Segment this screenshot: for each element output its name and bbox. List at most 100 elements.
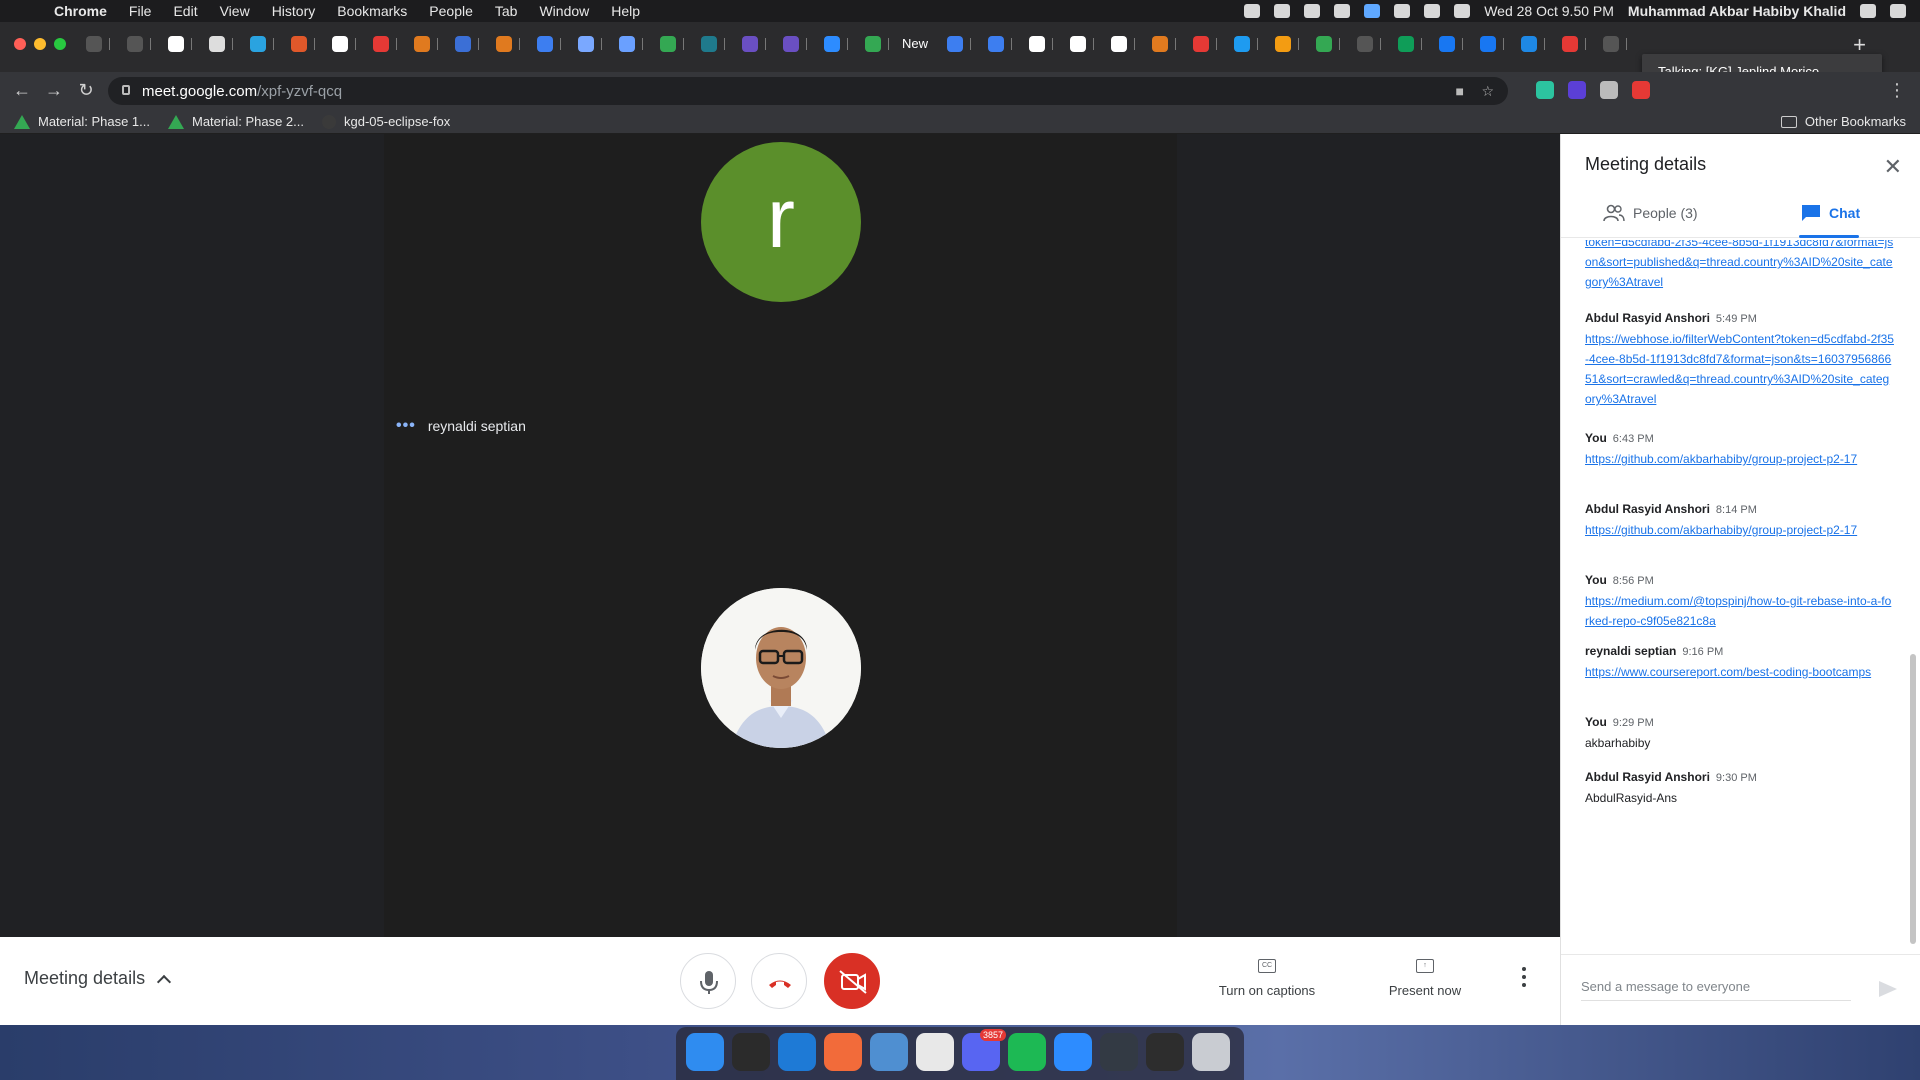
present-now-button[interactable]: ↑ Present now xyxy=(1370,959,1480,998)
browser-tab[interactable] xyxy=(943,34,975,54)
browser-tab[interactable] xyxy=(533,34,565,54)
vscode-icon[interactable] xyxy=(778,1033,816,1071)
browser-tab[interactable] xyxy=(164,34,196,54)
wifi-signal-icon[interactable] xyxy=(1304,4,1321,18)
browser-tab[interactable] xyxy=(1476,34,1508,54)
meeting-details-toggle[interactable]: Meeting details xyxy=(24,968,172,989)
bolt-icon[interactable] xyxy=(1394,4,1411,18)
menu-app-name[interactable]: Chrome xyxy=(54,3,107,19)
other-bookmarks[interactable]: Other Bookmarks xyxy=(1780,114,1906,129)
g-hub-icon[interactable] xyxy=(1364,4,1381,18)
discord-icon[interactable]: 3857 xyxy=(962,1029,1006,1071)
chat-message-list[interactable]: token=d5cdfabd-2f35-4cee-8b5d-1f1913dc8f… xyxy=(1561,240,1920,954)
url-text[interactable]: meet.google.com/xpf-yzvf-qcq xyxy=(142,83,342,100)
lock-icon[interactable] xyxy=(122,85,130,95)
spotlight-icon[interactable] xyxy=(1860,4,1876,18)
chat-scrollbar[interactable] xyxy=(1910,654,1916,944)
browser-tab[interactable] xyxy=(1517,34,1549,54)
finder-icon[interactable] xyxy=(686,1033,724,1071)
menu-file[interactable]: File xyxy=(129,3,152,19)
chat-message-link[interactable]: https://webhose.io/filterWebContent?toke… xyxy=(1585,329,1895,409)
window-thumb-icon[interactable] xyxy=(1100,1033,1138,1071)
browser-tab[interactable] xyxy=(1394,34,1426,54)
bookmark-star-icon[interactable]: ☆ xyxy=(1481,83,1494,100)
browser-tab[interactable] xyxy=(1312,34,1344,54)
browser-tab[interactable] xyxy=(984,34,1016,54)
tab-chat[interactable]: Chat xyxy=(1801,204,1860,222)
terminal-icon[interactable] xyxy=(732,1033,770,1071)
close-icon[interactable]: ✕ xyxy=(1884,154,1902,180)
minimize-window-button[interactable] xyxy=(34,38,46,50)
trash-icon[interactable] xyxy=(1192,1033,1230,1071)
mute-icon[interactable] xyxy=(1244,4,1261,18)
bookmark-item[interactable]: Material: Phase 2... xyxy=(168,114,304,129)
menu-people[interactable]: People xyxy=(429,3,473,19)
menu-history[interactable]: History xyxy=(272,3,316,19)
leave-call-button[interactable] xyxy=(751,953,807,1009)
zoom-icon[interactable] xyxy=(1054,1033,1092,1071)
browser-tab[interactable] xyxy=(820,34,852,54)
send-icon[interactable] xyxy=(1879,981,1897,997)
browser-tab[interactable] xyxy=(1353,34,1385,54)
browser-tab[interactable] xyxy=(615,34,647,54)
bookmark-item[interactable]: kgd-05-eclipse-fox xyxy=(322,114,450,129)
more-options-icon[interactable] xyxy=(1522,967,1528,991)
browser-tab[interactable] xyxy=(1230,34,1262,54)
control-center-icon[interactable] xyxy=(1890,4,1906,18)
postman-icon[interactable] xyxy=(824,1033,862,1071)
browser-tab[interactable] xyxy=(1025,34,1057,54)
forward-icon[interactable]: → xyxy=(42,80,66,101)
fullscreen-window-button[interactable] xyxy=(54,38,66,50)
eject-icon[interactable] xyxy=(1424,4,1441,18)
menu-view[interactable]: View xyxy=(220,3,250,19)
menu-window[interactable]: Window xyxy=(539,3,589,19)
browser-tab[interactable] xyxy=(1435,34,1467,54)
spotify-icon[interactable] xyxy=(1008,1033,1046,1071)
chat-message-link[interactable]: https://github.com/akbarhabiby/group-pro… xyxy=(1585,449,1895,469)
user-name[interactable]: Muhammad Akbar Habiby Khalid xyxy=(1628,3,1846,19)
browser-tab[interactable] xyxy=(1148,34,1180,54)
chat-message-link[interactable]: https://medium.com/@topspinj/how-to-git-… xyxy=(1585,591,1895,631)
browser-tab[interactable] xyxy=(738,34,770,54)
address-bar[interactable]: meet.google.com/xpf-yzvf-qcq ■ ☆ xyxy=(108,77,1508,105)
chat-message-input[interactable]: Send a message to everyone xyxy=(1581,979,1851,1001)
camera-in-use-icon[interactable]: ■ xyxy=(1456,83,1464,99)
menu-bookmarks[interactable]: Bookmarks xyxy=(337,3,407,19)
browser-tab[interactable] xyxy=(1558,34,1590,54)
menu-help[interactable]: Help xyxy=(611,3,640,19)
browser-tab[interactable] xyxy=(697,34,729,54)
close-window-button[interactable] xyxy=(14,38,26,50)
browser-tab[interactable] xyxy=(779,34,811,54)
chat-message-link[interactable]: https://www.coursereport.com/best-coding… xyxy=(1585,662,1895,682)
browser-tab[interactable] xyxy=(123,34,155,54)
chat-message-link[interactable]: token=d5cdfabd-2f35-4cee-8b5d-1f1913dc8f… xyxy=(1585,240,1895,292)
browser-tab[interactable] xyxy=(410,34,442,54)
browser-tab[interactable] xyxy=(287,34,319,54)
extension-icon[interactable] xyxy=(1632,81,1650,99)
chrome-menu-icon[interactable]: ⋮ xyxy=(1888,80,1906,101)
browser-tab[interactable] xyxy=(328,34,360,54)
extension-icon[interactable] xyxy=(1568,81,1586,99)
captions-button[interactable]: CC Turn on captions xyxy=(1200,959,1334,998)
tableplus-icon[interactable] xyxy=(870,1033,908,1071)
browser-tab[interactable]: New xyxy=(902,34,934,54)
menu-edit[interactable]: Edit xyxy=(173,3,197,19)
browser-tab[interactable] xyxy=(1066,34,1098,54)
chrome-icon[interactable] xyxy=(916,1033,954,1071)
menu-tab[interactable]: Tab xyxy=(495,3,518,19)
browser-tab[interactable] xyxy=(1189,34,1221,54)
nvidia-icon[interactable] xyxy=(1334,4,1351,18)
browser-tab[interactable] xyxy=(369,34,401,54)
reload-icon[interactable]: ↻ xyxy=(74,80,98,101)
microphone-button[interactable] xyxy=(680,953,736,1009)
browser-tab[interactable] xyxy=(1599,34,1631,54)
browser-tab[interactable] xyxy=(574,34,606,54)
browser-tab[interactable] xyxy=(1107,34,1139,54)
notion-extension-icon[interactable] xyxy=(1536,81,1554,99)
browser-tab[interactable] xyxy=(82,34,114,54)
chat-message-link[interactable]: https://github.com/akbarhabiby/group-pro… xyxy=(1585,520,1895,540)
bookmark-item[interactable]: Material: Phase 1... xyxy=(14,114,150,129)
clock[interactable]: Wed 28 Oct 9.50 PM xyxy=(1484,3,1614,19)
record-icon[interactable] xyxy=(1274,4,1291,18)
browser-tab[interactable] xyxy=(861,34,893,54)
